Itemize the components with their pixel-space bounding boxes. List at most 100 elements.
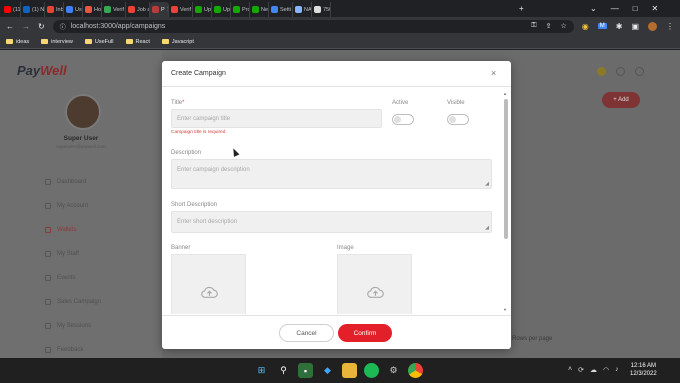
cloud-icon[interactable]: ☁ [590, 366, 597, 374]
url-text[interactable]: localhost:3000/app/campaigns [71, 23, 166, 30]
share-icon[interactable]: ⇪ [546, 22, 552, 30]
clock[interactable]: 12:16 AM 12/3/2022 [630, 362, 657, 378]
description-textarea[interactable]: Enter campaign description ◢ [171, 159, 492, 189]
star-icon[interactable]: ☆ [560, 22, 566, 30]
browser-tab[interactable]: New [250, 2, 269, 17]
scrollbar-thumb[interactable] [503, 99, 508, 239]
puzzle-icon[interactable]: ✱ [616, 22, 623, 31]
sidebar-nav: Dashboard My Account Wallets My Staff Events… [45, 170, 101, 358]
maximize-button[interactable]: □ [633, 4, 638, 13]
browser-tab[interactable]: (11) [2, 2, 21, 17]
nav-item-icon [45, 227, 51, 233]
taskbar: ⊞ ⚲ ▪ ◆ ⚙ ˄ ⟳ ☁ ◠ ♪ 12:16 AM 12/3/2022 [0, 358, 680, 383]
sidebar-item-label: My Staff [57, 251, 79, 257]
key-icon[interactable]: ⚿ [531, 22, 536, 30]
bell-icon[interactable] [616, 67, 625, 76]
explorer-icon[interactable] [342, 363, 357, 378]
folder-icon [161, 39, 169, 44]
sidebar-item[interactable]: My Account [45, 194, 101, 218]
scroll-down-icon[interactable]: ▼ [503, 307, 507, 312]
start-icon[interactable]: ⊞ [254, 363, 269, 378]
browser-tab[interactable]: Verif [102, 2, 126, 17]
active-toggle[interactable] [392, 114, 414, 125]
reload-icon[interactable]: ↻ [38, 22, 45, 31]
tab-label: Setti [280, 6, 292, 13]
browser-tab[interactable]: Upw [212, 2, 231, 17]
tab-favicon-icon [233, 6, 240, 13]
chrome-icon[interactable] [408, 363, 423, 378]
modal-scrollbar[interactable]: ▲ ▼ [503, 91, 508, 313]
tab-search-icon[interactable]: ⌄ [590, 4, 597, 13]
new-tab-button[interactable]: + [519, 0, 524, 17]
forward-arrow-icon[interactable]: → [22, 22, 30, 31]
browser-tab[interactable]: Inbo [45, 2, 64, 17]
resize-handle-icon[interactable]: ◢ [485, 181, 489, 187]
browser-tab[interactable]: Prop [231, 2, 250, 17]
sidebar-item[interactable]: Wallets [45, 218, 101, 242]
wifi-icon[interactable]: ◠ [603, 366, 609, 374]
address-bar[interactable]: ⓘ localhost:3000/app/campaigns ⚿ ⇪ ☆ [52, 19, 574, 33]
confirm-button[interactable]: Confirm [338, 324, 392, 342]
volume-icon[interactable]: ♪ [615, 366, 619, 374]
close-window-button[interactable]: ✕ [652, 4, 659, 13]
cloud-upload-icon [201, 286, 218, 298]
browser-tab[interactable]: P✕ [150, 2, 169, 17]
folder-icon [41, 39, 49, 44]
sidebar-item[interactable]: Events [45, 266, 101, 290]
cancel-button[interactable]: Cancel [279, 324, 334, 342]
photos-icon[interactable]: ▪ [298, 363, 313, 378]
add-campaign-button[interactable]: + Add [602, 92, 640, 108]
chevron-up-icon[interactable]: ˄ [568, 366, 572, 374]
modal-header: Create Campaign × [162, 61, 511, 87]
bookmark-folder[interactable]: ideas [6, 39, 29, 45]
settings-icon[interactable] [635, 67, 644, 76]
campaign-title-input[interactable]: Enter campaign title [171, 109, 382, 128]
nav-item-icon [45, 299, 51, 305]
browser-tab[interactable]: How [83, 2, 102, 17]
sidebar-item-label: Feedback [57, 347, 84, 353]
bookmark-folder[interactable]: Javacript [161, 39, 194, 45]
browser-tab[interactable]: Verif [169, 2, 193, 17]
browser-tab[interactable]: Job a [126, 2, 150, 17]
sidebar-item[interactable]: Feedback [45, 338, 101, 358]
minimize-button[interactable]: — [611, 4, 619, 13]
browser-tab[interactable]: (1) N [21, 2, 45, 17]
extension-icon[interactable]: ◉ [582, 22, 589, 31]
back-arrow-icon[interactable]: ← [6, 22, 14, 31]
browser-tab[interactable]: Upw [193, 2, 212, 17]
tab-favicon-icon [4, 6, 11, 13]
settings-icon[interactable]: ⚙ [386, 363, 401, 378]
spotify-icon[interactable] [364, 363, 379, 378]
sidepanel-icon[interactable]: ▣ [631, 22, 639, 31]
visible-toggle[interactable] [447, 114, 469, 125]
sync-icon[interactable]: ⟳ [578, 366, 584, 374]
short-description-textarea[interactable]: Enter short description ◢ [171, 211, 492, 233]
browser-tab[interactable]: Usen [64, 2, 83, 17]
tab-favicon-icon [295, 6, 302, 13]
image-upload[interactable] [337, 254, 412, 314]
sun-icon[interactable] [597, 67, 606, 76]
browser-tab[interactable]: 750 [312, 2, 331, 17]
extension-icon[interactable]: M [597, 23, 607, 29]
sidebar-item[interactable]: Dashboard [45, 170, 101, 194]
scroll-up-icon[interactable]: ▲ [503, 91, 507, 96]
sidebar-item[interactable]: My Staff [45, 242, 101, 266]
sidebar-item[interactable]: Sales Campaign [45, 290, 101, 314]
bookmark-folder[interactable]: React [125, 39, 150, 45]
resize-handle-icon[interactable]: ◢ [485, 225, 489, 231]
banner-upload[interactable] [171, 254, 246, 314]
sidebar-item[interactable]: My Sessions [45, 314, 101, 338]
nav-item-icon [45, 203, 51, 209]
close-icon[interactable]: × [491, 68, 496, 78]
sidebar-item-label: My Account [57, 203, 89, 209]
avatar[interactable] [65, 94, 101, 130]
bookmark-folder[interactable]: interview [41, 39, 73, 45]
search-icon[interactable]: ⚲ [276, 363, 291, 378]
browser-tab[interactable]: NAR [293, 2, 312, 17]
browser-tab[interactable]: Setti [269, 2, 293, 17]
bookmark-folder[interactable]: UseFull [84, 39, 114, 45]
info-icon[interactable]: ⓘ [60, 22, 66, 31]
menu-icon[interactable]: ⋮ [666, 22, 674, 31]
vscode-icon[interactable]: ◆ [320, 363, 335, 378]
profile-icon[interactable] [648, 21, 657, 31]
